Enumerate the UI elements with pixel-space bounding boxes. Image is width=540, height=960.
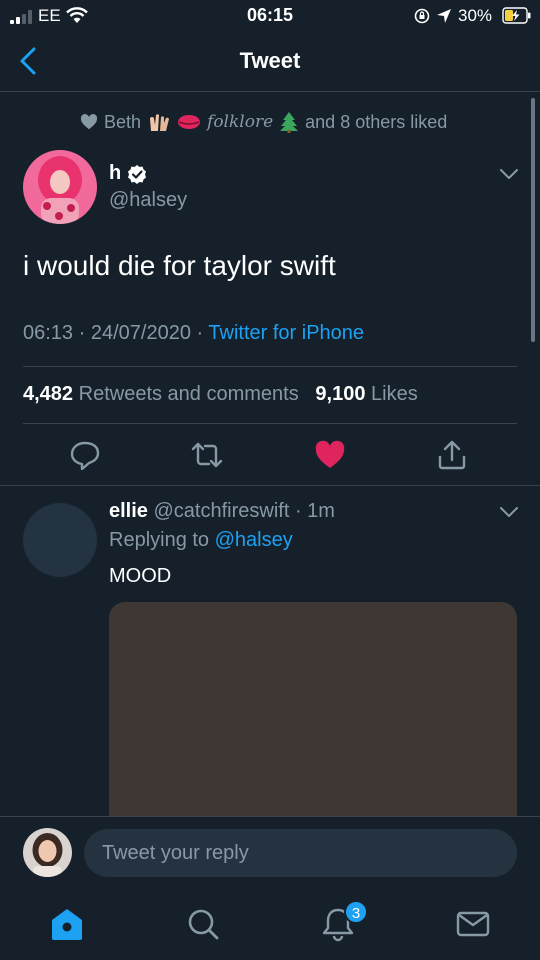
retweets-label: Retweets and comments [78,383,299,405]
replying-to: Replying to @halsey [109,529,293,552]
likes-stat[interactable]: 9,100 Likes [315,383,417,405]
battery-icon [502,7,531,24]
hands-emoji-icon [150,114,170,131]
tweet-text: i would die for taylor swift [23,250,336,281]
rotation-lock-icon [414,8,430,24]
retweets-count: 4,482 [23,383,74,405]
divider [0,485,540,486]
reply-author-handle[interactable]: @catchfireswift [153,500,289,522]
tweet-source-link[interactable]: Twitter for iPhone [208,322,364,344]
social-suffix: and 8 others liked [305,111,448,132]
reply-header: ellie @catchfireswift · 1m [109,500,335,523]
reply-input[interactable] [84,829,517,877]
social-context[interactable]: Beth folklore and 8 others liked [80,108,447,136]
tweet-meta: 06:13 · 24/07/2020 · Twitter for iPhone [23,322,364,345]
tweet-date: 24/07/2020 [90,322,191,344]
folklore-tag: folklore [207,112,274,132]
replying-mention-link[interactable]: @halsey [215,529,293,551]
meta-separator: · [196,322,204,344]
reply-age: 1m [307,500,335,522]
heart-small-icon [80,114,98,130]
reply-author-name[interactable]: ellie [109,500,148,522]
author-avatar[interactable] [23,150,97,224]
messages-envelope-icon[interactable] [453,904,493,944]
retweet-icon[interactable] [189,437,225,473]
like-heart-icon[interactable] [312,437,348,473]
retweets-stat[interactable]: 4,482 Retweets and comments [23,383,299,405]
status-bar: EE 06:15 30% [0,0,540,32]
share-icon[interactable] [434,437,470,473]
divider [23,423,517,424]
reply-media[interactable] [109,602,517,822]
nav-header: Tweet [0,32,540,92]
search-icon[interactable] [183,904,223,944]
replying-label: Replying to [109,529,210,551]
lips-emoji-icon [178,115,201,129]
page-title: Tweet [239,48,301,73]
verified-badge-icon [128,164,147,184]
battery-percent: 30% [458,6,493,25]
home-icon[interactable] [47,904,87,944]
chevron-down-icon[interactable] [498,502,520,522]
reply-avatar[interactable] [23,503,97,577]
location-icon [437,9,451,23]
tweet-time: 06:13 [23,322,74,344]
author-handle[interactable]: @halsey [109,189,187,212]
scrollbar[interactable] [531,98,535,342]
reply-text: MOOD [109,565,172,587]
likes-count: 9,100 [315,383,366,405]
divider [23,366,517,367]
meta-separator: · [294,500,302,522]
chevron-down-icon[interactable] [498,164,520,184]
notifications-badge: 3 [344,900,368,924]
author-name[interactable]: h [109,162,147,185]
tree-emoji-icon [280,112,299,133]
liker-name: Beth [104,111,142,132]
tweet-stats: 4,482 Retweets and comments 9,100 Likes [23,383,418,406]
user-avatar[interactable] [23,828,72,877]
reply-icon[interactable] [67,437,103,473]
likes-label: Likes [371,383,418,405]
author-display-name: h [109,162,122,184]
meta-separator: · [78,322,86,344]
